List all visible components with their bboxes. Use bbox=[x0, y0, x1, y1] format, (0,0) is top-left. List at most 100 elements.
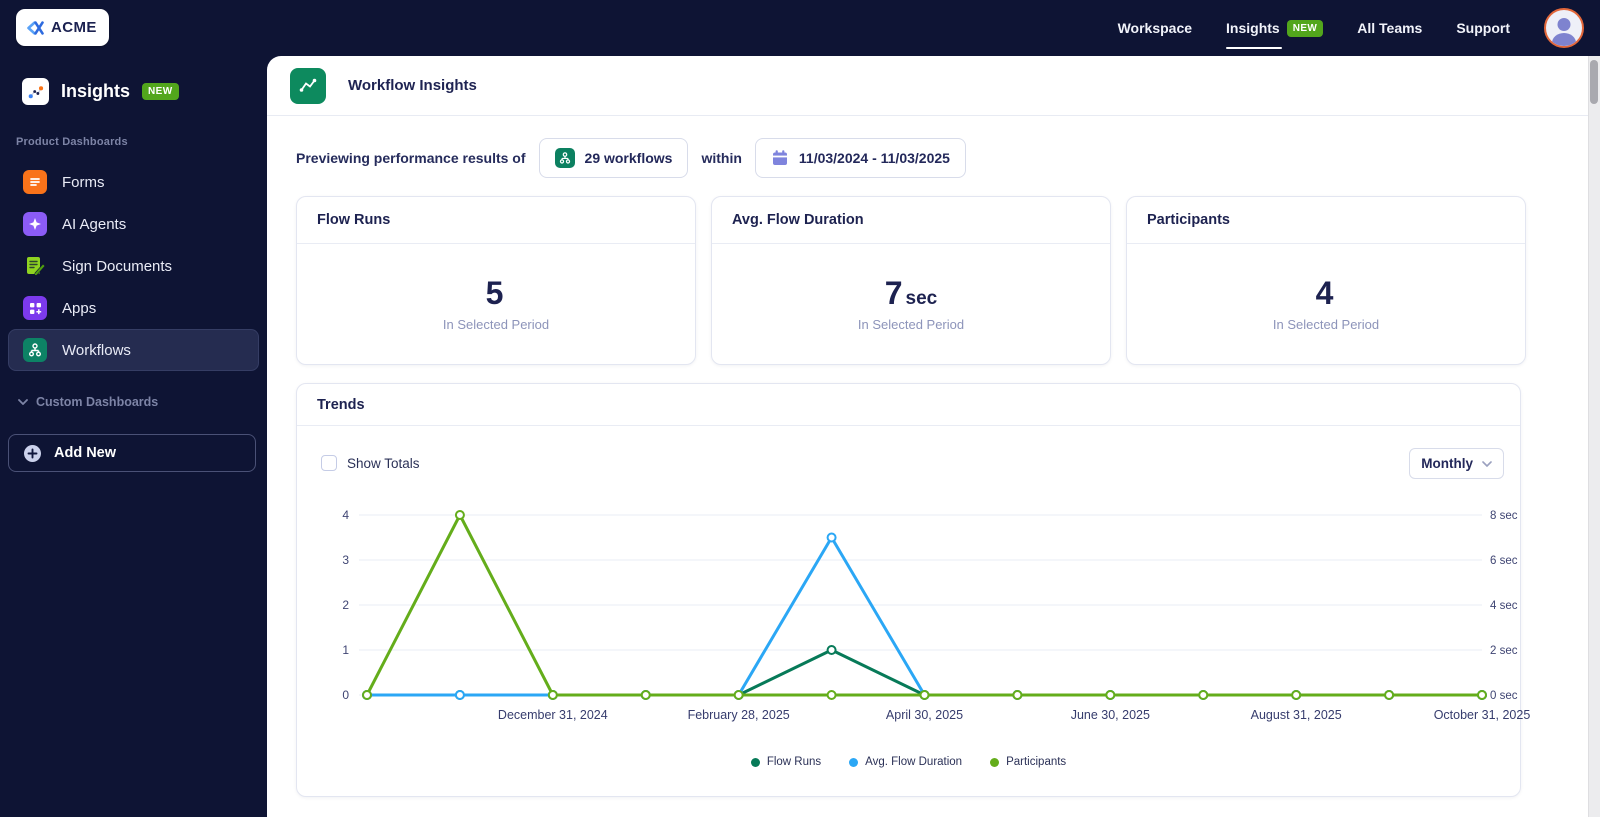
sidebar-section-product-dashboards: Product Dashboards bbox=[16, 136, 128, 148]
svg-text:6 sec: 6 sec bbox=[1490, 555, 1518, 567]
workflows-filter-chip[interactable]: 29 workflows bbox=[538, 138, 689, 178]
apps-icon bbox=[23, 296, 47, 320]
sidebar: Insights NEW Product Dashboards Forms AI… bbox=[0, 56, 267, 817]
stat-card-flow-runs: Flow Runs 5 In Selected Period bbox=[296, 196, 696, 365]
svg-text:4 sec: 4 sec bbox=[1490, 600, 1518, 612]
nav-insights[interactable]: Insights NEW bbox=[1226, 0, 1324, 56]
filter-lead-text: Previewing performance results of bbox=[296, 150, 526, 166]
filter-connector-text: within bbox=[701, 150, 742, 166]
svg-text:June 30, 2025: June 30, 2025 bbox=[1071, 708, 1150, 722]
sidebar-item-label: Forms bbox=[62, 173, 105, 191]
user-avatar-icon bbox=[1557, 18, 1571, 31]
workflows-icon bbox=[554, 148, 575, 168]
top-bar: ACME Workspace Insights NEW All Teams Su… bbox=[0, 0, 1600, 56]
workflows-chip-label: 29 workflows bbox=[584, 150, 673, 166]
stat-card-participants: Participants 4 In Selected Period bbox=[1126, 196, 1526, 365]
chart-legend: Flow Runs Avg. Flow Duration Participants bbox=[297, 756, 1520, 768]
nav-all-teams-label: All Teams bbox=[1357, 20, 1423, 36]
sidebar-header: Insights NEW bbox=[22, 78, 179, 105]
plus-circle-icon bbox=[24, 444, 41, 462]
date-range-label: 11/03/2024 - 11/03/2025 bbox=[798, 150, 950, 166]
legend-label: Participants bbox=[1006, 756, 1067, 768]
sidebar-item-sign-documents[interactable]: Sign Documents bbox=[8, 245, 259, 287]
stat-card-title: Participants bbox=[1127, 197, 1525, 244]
stat-unit: sec bbox=[905, 288, 938, 309]
calendar-icon bbox=[772, 150, 787, 165]
interval-select[interactable]: Monthly bbox=[1409, 448, 1504, 479]
nav-support[interactable]: Support bbox=[1456, 0, 1510, 56]
sidebar-new-badge: NEW bbox=[142, 83, 179, 100]
stat-caption: In Selected Period bbox=[857, 317, 965, 332]
nav-active-underline bbox=[1226, 46, 1283, 49]
svg-text:December 31, 2024: December 31, 2024 bbox=[498, 708, 608, 722]
stat-card-title: Flow Runs bbox=[297, 197, 695, 244]
legend-item[interactable]: Participants bbox=[990, 756, 1066, 768]
sidebar-custom-dashboards-label: Custom Dashboards bbox=[36, 395, 159, 409]
stat-value: 5 bbox=[485, 275, 504, 311]
scrollbar-track[interactable] bbox=[1588, 56, 1600, 817]
acme-logo[interactable]: ACME bbox=[16, 9, 109, 46]
legend-label: Flow Runs bbox=[766, 756, 822, 768]
sidebar-item-forms[interactable]: Forms bbox=[8, 161, 259, 203]
add-new-label: Add New bbox=[54, 445, 117, 461]
svg-text:2 sec: 2 sec bbox=[1490, 645, 1518, 657]
app-root: ACME Workspace Insights NEW All Teams Su… bbox=[0, 0, 1600, 817]
sidebar-item-label: Sign Documents bbox=[62, 257, 173, 275]
add-new-button[interactable]: Add New bbox=[8, 434, 256, 472]
user-avatar[interactable] bbox=[1544, 8, 1584, 48]
show-totals-label: Show Totals bbox=[347, 455, 420, 471]
sidebar-title: Insights bbox=[61, 81, 131, 101]
ai-agents-icon bbox=[23, 212, 47, 236]
svg-text:August 31, 2025: August 31, 2025 bbox=[1251, 708, 1342, 722]
insights-icon bbox=[22, 78, 49, 105]
sidebar-item-label: Apps bbox=[62, 299, 97, 317]
stat-value: 4 bbox=[1315, 275, 1334, 311]
svg-text:February 28, 2025: February 28, 2025 bbox=[688, 708, 790, 722]
nav-all-teams[interactable]: All Teams bbox=[1357, 0, 1422, 56]
legend-dot bbox=[849, 757, 859, 767]
filter-bar: Previewing performance results of 29 wor… bbox=[296, 137, 966, 179]
legend-label: Avg. Flow Duration bbox=[865, 756, 963, 768]
svg-text:0: 0 bbox=[342, 688, 349, 702]
sidebar-custom-dashboards-toggle[interactable]: Custom Dashboards bbox=[18, 395, 158, 409]
sidebar-item-label: Workflows bbox=[62, 341, 131, 359]
stat-card-avg-flow-duration: Avg. Flow Duration 7 sec In Selected Per… bbox=[711, 196, 1111, 365]
sidebar-item-apps[interactable]: Apps bbox=[8, 287, 259, 329]
stat-value: 7 bbox=[884, 275, 903, 311]
page-header: Workflow Insights bbox=[267, 56, 1588, 116]
show-totals-checkbox[interactable] bbox=[321, 455, 337, 471]
svg-text:3: 3 bbox=[342, 553, 349, 567]
stat-caption: In Selected Period bbox=[1272, 317, 1380, 332]
svg-text:1: 1 bbox=[342, 643, 349, 657]
svg-text:4: 4 bbox=[342, 508, 349, 522]
workflow-insights-icon bbox=[290, 67, 326, 104]
svg-text:2: 2 bbox=[342, 598, 349, 612]
interval-select-value: Monthly bbox=[1421, 456, 1473, 471]
stat-cards-row: Flow Runs 5 In Selected Period Avg. Flow… bbox=[296, 196, 1526, 365]
nav-workspace-label: Workspace bbox=[1117, 20, 1193, 36]
chevron-down-icon bbox=[18, 399, 28, 405]
chevron-down-icon bbox=[1482, 460, 1492, 467]
stat-caption: In Selected Period bbox=[442, 317, 550, 332]
sidebar-item-workflows[interactable]: Workflows bbox=[8, 329, 259, 371]
legend-dot bbox=[750, 757, 760, 767]
scrollbar-thumb[interactable] bbox=[1590, 60, 1598, 104]
show-totals-control: Show Totals bbox=[321, 455, 420, 471]
trends-chart: 0 1 2 3 4 0 sec 2 sec 4 sec 6 sec 8 sec December 3… bbox=[297, 501, 1530, 741]
legend-item[interactable]: Flow Runs bbox=[750, 756, 822, 768]
trends-card: Trends Show Totals Monthly 0 1 2 3 4 0 sec 2 s… bbox=[296, 383, 1530, 797]
sidebar-item-ai-agents[interactable]: AI Agents bbox=[8, 203, 259, 245]
svg-text:October 31, 2025: October 31, 2025 bbox=[1434, 708, 1531, 722]
nav-workspace[interactable]: Workspace bbox=[1118, 0, 1192, 56]
date-range-picker[interactable]: 11/03/2024 - 11/03/2025 bbox=[754, 138, 966, 178]
page-title: Workflow Insights bbox=[348, 77, 477, 94]
trends-title: Trends bbox=[297, 384, 1520, 426]
line-chart: 0 1 2 3 4 0 sec 2 sec 4 sec 6 sec 8 sec December 3… bbox=[342, 508, 1530, 722]
legend-item[interactable]: Avg. Flow Duration bbox=[849, 756, 962, 768]
svg-text:8 sec: 8 sec bbox=[1490, 510, 1518, 522]
stat-card-title: Avg. Flow Duration bbox=[712, 197, 1110, 244]
workflows-icon bbox=[23, 338, 47, 362]
nav-support-label: Support bbox=[1456, 20, 1510, 36]
sidebar-item-label: AI Agents bbox=[62, 215, 127, 233]
svg-text:0 sec: 0 sec bbox=[1490, 690, 1518, 702]
